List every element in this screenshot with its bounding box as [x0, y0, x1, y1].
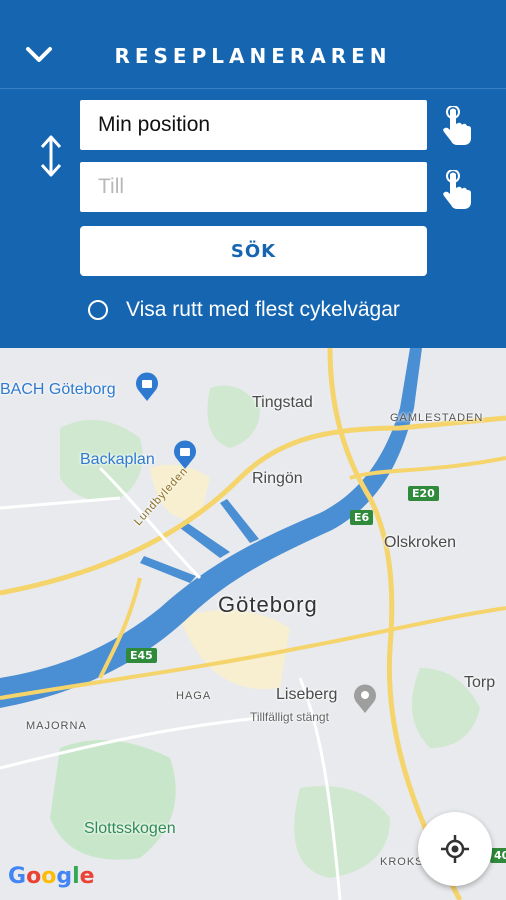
road-shield-e45: E45 [126, 648, 157, 663]
crosshair-icon [441, 835, 469, 863]
place-label-goteborg: Göteborg [218, 592, 318, 617]
shopping-pin-icon[interactable] [134, 372, 160, 402]
place-label-bach: BACH Göteborg [0, 381, 116, 398]
bike-route-label: Visa rutt med flest cykelvägar [126, 298, 400, 321]
google-logo: Google [8, 864, 95, 889]
from-field[interactable]: Min position [80, 100, 427, 150]
tap-hand-icon[interactable] [441, 170, 475, 210]
trip-planner-header: RESEPLANERAREN Min position Till SÖK Vis… [0, 0, 506, 348]
bike-route-option[interactable]: Visa rutt med flest cykelvägar [88, 298, 400, 322]
road-shield-40: 40 [490, 848, 506, 863]
road-shield-e20: E20 [408, 486, 439, 501]
place-status-liseberg: Tillfälligt stängt [250, 710, 329, 724]
page-title: RESEPLANERAREN [114, 44, 392, 68]
map-background [0, 348, 506, 900]
place-label-haga: HAGA [176, 690, 212, 702]
swap-arrows-icon[interactable] [36, 133, 66, 179]
search-button[interactable]: SÖK [80, 226, 427, 276]
top-bar: RESEPLANERAREN [0, 0, 506, 89]
radio-button[interactable] [88, 300, 108, 320]
to-field[interactable]: Till [80, 162, 427, 212]
road-shield-e6: E6 [350, 510, 374, 525]
attraction-pin-icon[interactable] [352, 684, 378, 714]
place-label-olskroken: Olskroken [384, 534, 457, 551]
place-label-slottsskogen: Slottsskogen [84, 820, 176, 837]
tap-hand-icon[interactable] [441, 106, 475, 146]
place-label-gamlestaden: GAMLESTADEN [390, 412, 484, 424]
my-location-button[interactable] [418, 812, 492, 886]
place-label-kroks: KROKS [380, 856, 424, 868]
place-label-liseberg: Liseberg [276, 686, 338, 703]
place-label-tingstad: Tingstad [252, 394, 313, 411]
map-view[interactable]: BACH Göteborg Tingstad GAMLESTADEN Backa… [0, 348, 506, 900]
shopping-pin-icon[interactable] [172, 440, 198, 470]
place-label-ringon: Ringön [252, 470, 303, 487]
place-label-majorna: MAJORNA [26, 720, 87, 732]
place-label-torp: Torp [464, 674, 496, 691]
place-label-backaplan: Backaplan [80, 451, 155, 468]
